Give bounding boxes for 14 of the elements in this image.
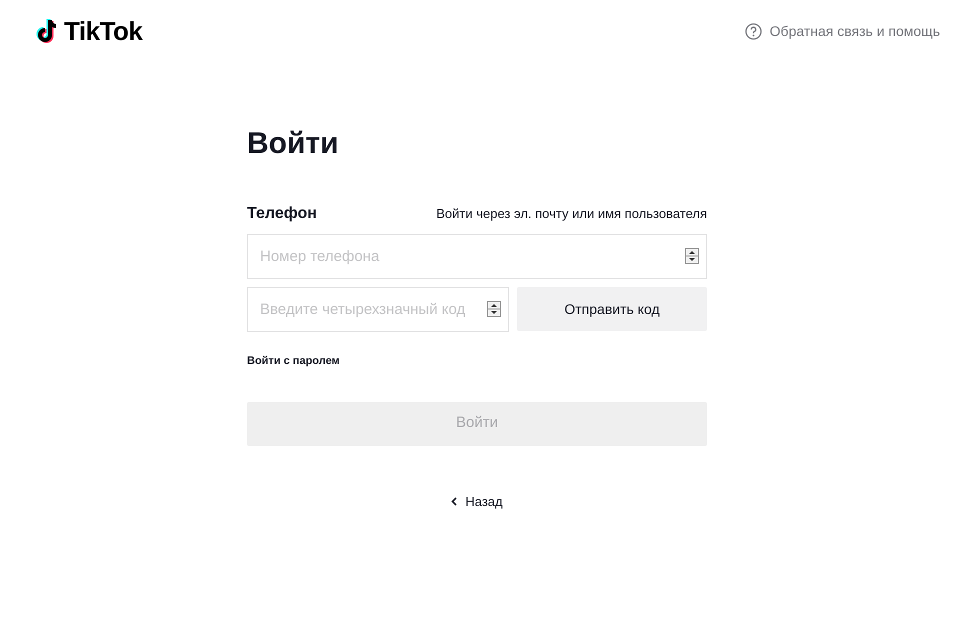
spinner-icon[interactable] [685,248,699,264]
code-field[interactable]: Введите четырехзначный код [247,287,509,332]
chevron-left-icon [451,496,458,506]
spinner-icon[interactable] [487,301,501,317]
page-title: Войти [247,126,340,162]
password-login-link[interactable]: Войти с паролем [247,353,340,370]
back-link[interactable]: Назад [451,492,503,511]
send-code-button[interactable]: Отправить код [517,287,707,331]
phone-label: Телефон [247,204,317,224]
help-link[interactable]: Обратная связь и помощь [744,20,940,42]
phone-field[interactable]: Номер телефона [247,234,707,279]
logo-text[interactable]: TikTok [64,12,142,50]
question-icon [744,22,762,40]
email-login-link[interactable]: Войти через эл. почту или имя пользователя [436,204,707,224]
